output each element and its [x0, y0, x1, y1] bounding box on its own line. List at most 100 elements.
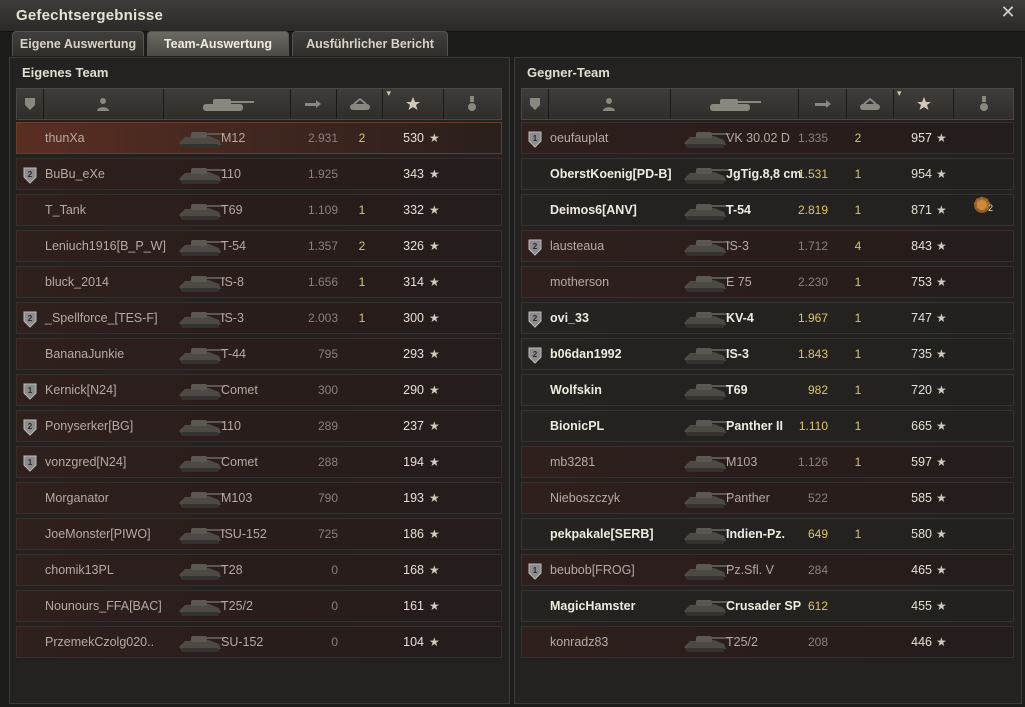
damage-value: 1.126: [797, 455, 828, 469]
player-row[interactable]: 2 ovi_33 KV-4 1.967 1 747 ★: [521, 302, 1014, 334]
player-row[interactable]: OberstKoenig[PD-B] JgTig.8,8 cm 1.531 1 …: [521, 158, 1014, 190]
player-row[interactable]: Leniuch1916[B_P_W] T-54 1.357 2 326 ★: [16, 230, 502, 262]
damage-icon[interactable]: [291, 89, 338, 119]
player-row[interactable]: konradz83 T25/2 208 446 ★: [521, 626, 1014, 658]
tank-icon: [680, 629, 732, 655]
player-row[interactable]: bluck_2014 IS-8 1.656 1 314 ★: [16, 266, 502, 298]
star-icon: ★: [429, 491, 440, 505]
shield-icon[interactable]: [522, 89, 549, 119]
player-row[interactable]: thunXa M12 2.931 2 530 ★: [16, 122, 502, 154]
person-icon[interactable]: [549, 89, 671, 119]
player-row[interactable]: Nounours_FFA[BAC] T25/2 0 161 ★: [16, 590, 502, 622]
tab-ausfuehrlicher-bericht[interactable]: Ausführlicher Bericht: [292, 31, 448, 56]
tank-icon: [175, 305, 227, 331]
star-icon[interactable]: ▾: [894, 88, 955, 119]
kills-value: 1: [854, 383, 862, 397]
player-row[interactable]: motherson E 75 2.230 1 753 ★: [521, 266, 1014, 298]
player-name: Wolfskin: [550, 383, 602, 397]
vehicle-name: Panther II: [726, 419, 783, 433]
damage-icon[interactable]: [799, 89, 848, 119]
medal-icon[interactable]: [954, 89, 1013, 119]
player-row[interactable]: MagicHamster Crusader SP 612 455 ★: [521, 590, 1014, 622]
player-row[interactable]: 1 Kernick[N24] Comet 300 290 ★: [16, 374, 502, 406]
player-row[interactable]: Wolfskin T69 982 1 720 ★: [521, 374, 1014, 406]
player-row[interactable]: BionicPL Panther II 1.110 1 665 ★: [521, 410, 1014, 442]
player-name: Kernick[N24]: [45, 383, 117, 397]
player-name: OberstKoenig[PD-B]: [550, 167, 672, 181]
damage-value: 982: [807, 383, 828, 397]
xp-value: 446: [911, 635, 932, 649]
damage-value: 1.925: [307, 167, 338, 181]
xp-value: 720: [911, 383, 932, 397]
player-row[interactable]: 2 lausteaua IS-3 1.712 4 843 ★: [521, 230, 1014, 262]
own-team-title: Eigenes Team: [22, 65, 109, 80]
tank-icon: [680, 125, 732, 151]
damage-value: 1.110: [798, 419, 828, 433]
player-name: mb3281: [550, 455, 596, 469]
player-name: bluck_2014: [45, 275, 109, 289]
star-icon: ★: [429, 455, 440, 469]
star-icon[interactable]: ▾: [383, 88, 444, 119]
vehicle-name: E 75: [726, 275, 752, 289]
vehicle-name: IS-8: [221, 275, 244, 289]
tab-eigene-auswertung[interactable]: Eigene Auswertung: [12, 31, 144, 56]
player-row[interactable]: chomik13PL T28 0 168 ★: [16, 554, 502, 586]
damage-value: 300: [317, 383, 338, 397]
damage-value: 1.843: [797, 347, 828, 361]
tank-icon: [680, 341, 732, 367]
vehicle-name: T-54: [221, 239, 247, 253]
star-icon: ★: [936, 347, 947, 361]
damage-value: 208: [807, 635, 828, 649]
tab-team-auswertung[interactable]: Team-Auswertung: [147, 31, 289, 56]
vehicle-name: M12: [221, 131, 246, 145]
tank-icon: [175, 449, 227, 475]
player-row[interactable]: 1 oeufauplat VK 30.02 D 1.335 2 957 ★: [521, 122, 1014, 154]
vehicle-name: IS-3: [726, 239, 749, 253]
damage-value: 284: [807, 563, 828, 577]
star-icon: ★: [936, 311, 947, 325]
tank-icon[interactable]: [671, 89, 799, 119]
class-badge-icon: 2: [23, 417, 37, 436]
tank-icon: [680, 449, 732, 475]
player-row[interactable]: Deimos6[ANV] T-54 2.819 1 871 ★ 2: [521, 194, 1014, 226]
destroyed-tanks-icon[interactable]: [847, 89, 894, 119]
vehicle-name: IS-3: [221, 311, 244, 325]
own-team-list: thunXa M12 2.931 2 530 ★ 2 BuBu_eXe 110 …: [16, 122, 502, 662]
player-row[interactable]: 2 BuBu_eXe 110 1.925 343 ★: [16, 158, 502, 190]
player-row[interactable]: 1 beubob[FROG] Pz.Sfl. V 284 465 ★: [521, 554, 1014, 586]
svg-text:2: 2: [533, 350, 538, 359]
shield-icon[interactable]: [17, 89, 44, 119]
player-row[interactable]: PrzemekCzolg020.. SU-152 0 104 ★: [16, 626, 502, 658]
star-icon: ★: [936, 527, 947, 541]
damage-value: 0: [331, 599, 338, 613]
svg-text:1: 1: [533, 134, 538, 143]
damage-value: 1.335: [797, 131, 828, 145]
tank-icon: [680, 305, 732, 331]
player-row[interactable]: JoeMonster[PIWO] ISU-152 725 186 ★: [16, 518, 502, 550]
tank-icon: [175, 161, 227, 187]
close-icon[interactable]: ✕: [1000, 3, 1016, 21]
medal-icon[interactable]: [444, 89, 501, 119]
player-row[interactable]: 2 _Spellforce_[TES-F] IS-3 2.003 1 300 ★: [16, 302, 502, 334]
player-row[interactable]: T_Tank T69 1.109 1 332 ★: [16, 194, 502, 226]
xp-value: 326: [403, 239, 424, 253]
player-row[interactable]: mb3281 M103 1.126 1 597 ★: [521, 446, 1014, 478]
xp-value: 194: [403, 455, 424, 469]
tank-icon: [680, 485, 732, 511]
destroyed-tanks-icon[interactable]: [337, 89, 384, 119]
vehicle-name: VK 30.02 D: [726, 131, 790, 145]
player-row[interactable]: BananaJunkie T-44 795 293 ★: [16, 338, 502, 370]
vehicle-name: IS-3: [726, 347, 749, 361]
tank-icon: [680, 557, 732, 583]
class-badge-icon: 2: [23, 309, 37, 328]
person-icon[interactable]: [44, 89, 165, 119]
xp-value: 300: [403, 311, 424, 325]
tank-icon[interactable]: [164, 89, 291, 119]
player-row[interactable]: 1 vonzgred[N24] Comet 288 194 ★: [16, 446, 502, 478]
player-name: Nieboszczyk: [550, 491, 621, 505]
player-row[interactable]: Morganator M103 790 193 ★: [16, 482, 502, 514]
player-row[interactable]: pekpakale[SERB] Indien-Pz. 649 1 580 ★: [521, 518, 1014, 550]
player-row[interactable]: 2 Ponyserker[BG] 110 289 237 ★: [16, 410, 502, 442]
player-row[interactable]: Nieboszczyk Panther 522 585 ★: [521, 482, 1014, 514]
player-row[interactable]: 2 b06dan1992 IS-3 1.843 1 735 ★: [521, 338, 1014, 370]
